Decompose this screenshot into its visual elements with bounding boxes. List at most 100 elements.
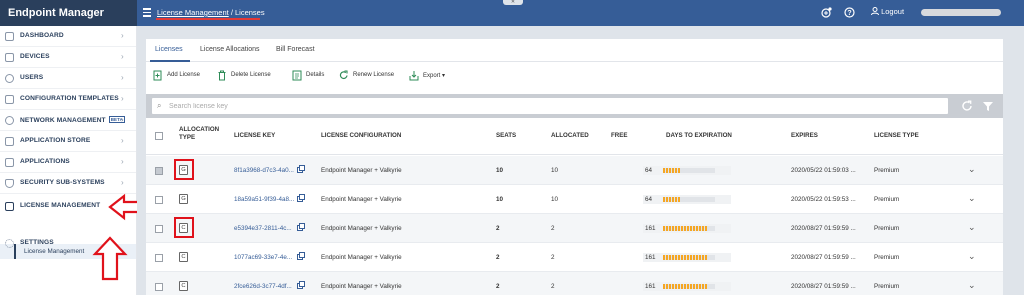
license-key-link[interactable]: e5394e37-2811-4c...	[234, 225, 292, 232]
col-expires[interactable]: EXPIRES	[791, 132, 818, 140]
chevron-down-icon[interactable]: ⌄	[968, 164, 976, 175]
expires: 2020/05/22 01:59:03 ...	[791, 167, 856, 174]
table-row[interactable]: C 2fce626d-3c77-4df... Endpoint Manager …	[146, 272, 1003, 295]
collapse-header-icon[interactable]: ✕	[503, 0, 523, 5]
seats: 2	[496, 283, 500, 290]
license-type: Premium	[874, 167, 900, 174]
logout-link[interactable]: Logout	[871, 7, 904, 16]
col-license-configuration[interactable]: LICENSE CONFIGURATION	[321, 132, 401, 140]
svg-text:?: ?	[847, 10, 851, 17]
col-license-key[interactable]: LICENSE KEY	[234, 132, 275, 140]
chevron-right-icon: ›	[121, 115, 124, 124]
copy-icon[interactable]	[297, 223, 305, 231]
col-allocation-type-line1: ALLOCATION	[179, 126, 220, 133]
store-icon	[5, 137, 14, 146]
add-license-icon	[153, 70, 163, 81]
license-configuration: Endpoint Manager + Valkyrie	[321, 167, 402, 174]
table-row[interactable]: C e5394e37-2811-4c... Endpoint Manager +…	[146, 214, 1003, 243]
expires: 2020/08/27 01:59:59 ...	[791, 254, 856, 261]
expiration-progress-fill	[663, 197, 682, 202]
expires: 2020/08/27 01:59:59 ...	[791, 225, 856, 232]
row-checkbox[interactable]	[155, 254, 163, 262]
sidebar-item-users[interactable]: USERS ›	[0, 68, 136, 89]
col-allocation-type-line2: TYPE	[179, 134, 196, 141]
row-checkbox[interactable]	[155, 225, 163, 233]
row-checkbox[interactable]	[155, 196, 163, 204]
sidebar-item-devices[interactable]: DEVICES ›	[0, 47, 136, 68]
sidebar-item-label: DEVICES	[20, 53, 50, 60]
export-label: Export ▾	[423, 72, 445, 79]
col-days-to-expiration[interactable]: DAYS TO EXPIRATION	[666, 132, 732, 140]
copy-icon[interactable]	[297, 252, 305, 260]
row-checkbox[interactable]	[155, 167, 163, 175]
chevron-down-icon[interactable]: ⌄	[968, 222, 976, 233]
chevron-down-icon[interactable]: ⌄	[968, 251, 976, 262]
col-allocation-type[interactable]: ALLOCATION TYPE	[179, 126, 219, 142]
refresh-icon[interactable]	[961, 99, 973, 113]
export-icon	[409, 70, 419, 81]
license-type: Premium	[874, 225, 900, 232]
devices-icon	[5, 53, 14, 62]
sidebar-item-text: NETWORK MANAGEMENT	[20, 117, 106, 124]
expiration-progress-bar	[663, 226, 715, 231]
tab-license-allocations[interactable]: License Allocations	[200, 46, 260, 53]
allocated: 2	[551, 225, 555, 232]
select-all-checkbox[interactable]	[155, 132, 163, 140]
sidebar-item-label: LICENSE MANAGEMENT	[20, 202, 101, 209]
expiration-progress-bar	[663, 284, 715, 289]
seats: 2	[496, 225, 500, 232]
copy-icon[interactable]	[297, 194, 305, 202]
license-configuration: Endpoint Manager + Valkyrie	[321, 225, 402, 232]
details-label: Details	[306, 72, 325, 78]
tab-bill-forecast[interactable]: Bill Forecast	[276, 46, 315, 53]
active-tab-indicator	[150, 60, 190, 62]
breadcrumb: License Management / Licenses	[157, 8, 265, 17]
col-free[interactable]: FREE	[611, 132, 628, 140]
license-key-link[interactable]: 18a59a51-9f39-4a8...	[234, 196, 294, 203]
allocation-type-badge: C	[179, 252, 188, 262]
sidebar-item-configuration-templates[interactable]: CONFIGURATION TEMPLATES ›	[0, 89, 136, 110]
app-root: Endpoint Manager License Management / Li…	[0, 0, 1024, 295]
applications-icon	[5, 158, 14, 167]
table-row[interactable]: C 1077ac69-33e7-4e... Endpoint Manager +…	[146, 243, 1003, 272]
callout-arrow-up-icon	[92, 236, 128, 281]
table-row[interactable]: G 18a59a51-9f39-4a8... Endpoint Manager …	[146, 185, 1003, 214]
license-key-link[interactable]: 8f1a3968-d7c3-4a0...	[234, 167, 294, 174]
breadcrumb-link[interactable]: License Management	[157, 8, 229, 17]
filter-icon[interactable]	[982, 99, 994, 113]
search-input[interactable]	[169, 100, 929, 112]
hamburger-menu-icon[interactable]	[143, 8, 151, 17]
table-row[interactable]: G 8f1a3968-d7c3-4a0... Endpoint Manager …	[146, 156, 1003, 185]
sidebar-item-application-store[interactable]: APPLICATION STORE ›	[0, 131, 136, 152]
col-license-type[interactable]: LICENSE TYPE	[874, 132, 919, 140]
col-allocated[interactable]: ALLOCATED	[551, 132, 589, 140]
expiration-progress-fill	[663, 255, 708, 260]
row-checkbox[interactable]	[155, 283, 163, 291]
add-license-label: Add License	[167, 72, 201, 78]
sidebar-item-network-management[interactable]: NETWORK MANAGEMENT BETA ›	[0, 110, 136, 131]
shield-icon	[5, 179, 14, 188]
chevron-down-icon[interactable]: ⌄	[968, 280, 976, 291]
expiration-progress-bar	[663, 197, 715, 202]
main-area: Licenses License Allocations Bill Foreca…	[137, 26, 1024, 295]
days-to-expiration: 161	[643, 282, 731, 291]
license-key-link[interactable]: 2fce626d-3c77-4df...	[234, 283, 292, 290]
sidebar-item-security-sub-systems[interactable]: SECURITY SUB-SYSTEMS ›	[0, 173, 136, 194]
copy-icon[interactable]	[297, 281, 305, 289]
renew-icon	[339, 70, 349, 81]
sidebar-item-applications[interactable]: APPLICATIONS ›	[0, 152, 136, 173]
license-key-link[interactable]: 1077ac69-33e7-4e...	[234, 254, 292, 261]
copy-icon[interactable]	[297, 165, 305, 173]
add-icon[interactable]	[821, 7, 832, 18]
col-seats[interactable]: SEATS	[496, 132, 516, 140]
tab-licenses[interactable]: Licenses	[155, 46, 183, 53]
license-configuration: Endpoint Manager + Valkyrie	[321, 196, 402, 203]
toolbar: Add License Delete License Details Renew…	[146, 68, 1003, 84]
delete-license-label: Delete License	[231, 72, 271, 78]
caret-down-icon: ▾	[442, 73, 446, 79]
sidebar-item-label: APPLICATIONS	[20, 158, 70, 165]
chevron-down-icon[interactable]: ⌄	[968, 193, 976, 204]
logout-label: Logout	[881, 7, 905, 16]
sidebar-item-dashboard[interactable]: DASHBOARD ›	[0, 26, 136, 47]
help-icon[interactable]: ?	[844, 7, 855, 18]
